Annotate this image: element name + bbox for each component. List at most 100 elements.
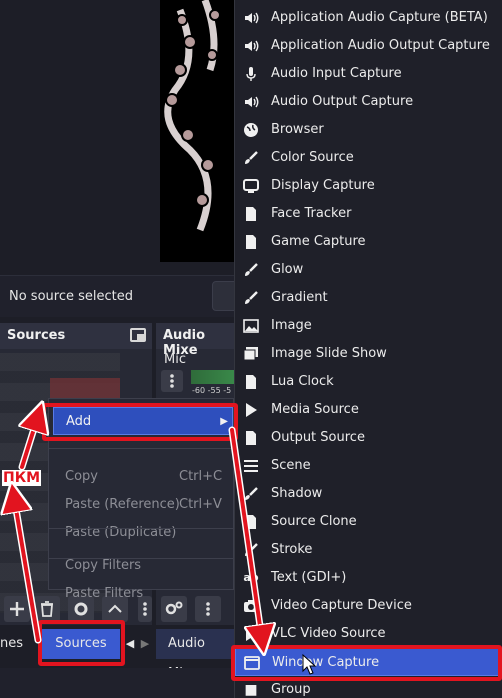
add-menu-item-label: Output Source (271, 430, 365, 445)
file-icon (243, 206, 259, 222)
context-menu-label: Paste Filters (65, 586, 144, 601)
file-icon (243, 514, 259, 530)
add-menu-item-media-source[interactable]: Media Source (235, 396, 502, 424)
add-menu-item-label: Stroke (271, 542, 313, 557)
globe-icon (243, 122, 259, 138)
add-menu-item-gradient[interactable]: Gradient (235, 284, 502, 312)
add-menu-item-label: Video Capture Device (271, 598, 412, 613)
audio-mixer-header: Audio Mixe (156, 323, 236, 358)
add-menu-item-glow[interactable]: Glow (235, 256, 502, 284)
sources-dock-header: Sources (0, 323, 152, 349)
add-menu-item-application-audio-output-capture[interactable]: Application Audio Output Capture (235, 32, 502, 60)
add-menu-item-color-source[interactable]: Color Source (235, 144, 502, 172)
context-menu-item-paste-reference[interactable]: Paste (Reference) Ctrl+V (48, 491, 234, 519)
context-menu-label: Copy (65, 469, 98, 484)
undock-icon[interactable] (130, 328, 146, 342)
brush-icon (243, 290, 259, 306)
add-source-button[interactable] (4, 596, 30, 622)
add-menu-item-label: Face Tracker (271, 206, 352, 221)
play-icon (243, 402, 259, 418)
context-menu-separator (48, 528, 234, 529)
text-icon: ab (243, 571, 259, 584)
context-menu-shortcut: Ctrl+V (179, 497, 222, 512)
add-menu-item-label: Image Slide Show (271, 346, 387, 361)
highlight-window-capture (231, 645, 502, 681)
add-menu-item-label: Audio Output Capture (271, 94, 414, 109)
add-menu-item-label: Display Capture (271, 178, 375, 193)
add-menu-item-face-tracker[interactable]: Face Tracker (235, 200, 502, 228)
add-menu-item-shadow[interactable]: Shadow (235, 480, 502, 508)
tab-scroll-right[interactable]: ▶ (140, 629, 150, 659)
add-menu-item-display-capture[interactable]: Display Capture (235, 172, 502, 200)
add-menu-item-scene[interactable]: Scene (235, 452, 502, 480)
brush-icon (243, 262, 259, 278)
folder-icon: ■ (244, 682, 258, 698)
add-menu-item-label: Application Audio Output Capture (271, 38, 490, 53)
rmb-annotation-label: ПКМ (2, 470, 42, 486)
context-menu-label: Paste (Reference) (65, 497, 180, 512)
add-menu-item-label: Media Source (271, 402, 359, 417)
add-menu-item-label: Application Audio Capture (BETA) (271, 10, 488, 25)
add-menu-item-label: Image (271, 318, 312, 333)
context-menu-item-paste-duplicate[interactable]: Paste (Duplicate) (48, 519, 234, 547)
tab-audio-mixer[interactable]: Audio Mixe (156, 629, 236, 681)
add-menu-item-game-capture[interactable]: Game Capture (235, 228, 502, 256)
add-menu-item-vlc-video-source[interactable]: VLC Video Source (235, 620, 502, 648)
camera-icon (243, 598, 259, 614)
speaker-icon (243, 10, 259, 26)
add-menu-item-label: Source Clone (271, 514, 357, 529)
add-menu-item-browser[interactable]: Browser (235, 116, 502, 144)
brush-icon (243, 486, 259, 502)
play-icon (243, 626, 259, 642)
add-menu-item-label: Glow (271, 262, 304, 277)
add-menu-item-label: Gradient (271, 290, 328, 305)
highlight-add (42, 403, 238, 441)
add-menu-item-label: VLC Video Source (271, 626, 386, 641)
mic-menu-button[interactable] (161, 370, 183, 392)
speaker-icon (243, 38, 259, 54)
highlight-sources-tab (38, 620, 125, 666)
speaker-icon (243, 94, 259, 110)
add-menu-item-audio-output-capture[interactable]: Audio Output Capture (235, 88, 502, 116)
add-menu-item-label: Game Capture (271, 234, 366, 249)
brush-icon (243, 542, 259, 558)
tab-scroll-left[interactable]: ◀ (124, 629, 136, 659)
context-menu-separator (48, 448, 234, 449)
context-menu-shortcut: Ctrl+C (179, 469, 223, 484)
add-menu-item-output-source[interactable]: Output Source (235, 424, 502, 452)
add-menu-item-audio-input-capture[interactable]: Audio Input Capture (235, 60, 502, 88)
image-icon (243, 318, 259, 334)
preview-background (0, 0, 160, 262)
add-menu-item-source-clone[interactable]: Source Clone (235, 508, 502, 536)
meter-scale: -60 -55 -5 (192, 386, 232, 395)
list-icon (243, 458, 259, 474)
slideshow-icon (243, 346, 259, 362)
sources-dock-title: Sources (7, 328, 66, 343)
add-menu-item-label: Scene (271, 458, 311, 473)
microphone-icon (243, 66, 259, 82)
context-menu-label: Copy Filters (65, 558, 142, 573)
add-menu-item-text-gdi[interactable]: ab Text (GDI+) (235, 564, 502, 592)
add-menu-item-label: Lua Clock (271, 374, 334, 389)
add-menu-item-label: Text (GDI+) (271, 570, 347, 585)
tab-scenes-partial[interactable]: nes (0, 629, 23, 659)
add-menu-item-image-slide-show[interactable]: Image Slide Show (235, 340, 502, 368)
add-menu-item-video-capture-device[interactable]: Video Capture Device (235, 592, 502, 620)
context-menu-item-copy[interactable]: Copy Ctrl+C (48, 463, 234, 491)
add-menu-item-application-audio-capture-beta[interactable]: Application Audio Capture (BETA) (235, 4, 502, 32)
add-menu-item-label: Browser (271, 122, 324, 137)
add-menu-item-image[interactable]: Image (235, 312, 502, 340)
add-menu-item-label: Audio Input Capture (271, 66, 402, 81)
preview-info-bar: No source selected (0, 275, 240, 317)
add-menu-item-label: Shadow (271, 486, 323, 501)
no-source-label: No source selected (9, 289, 133, 304)
add-menu-item-lua-clock[interactable]: Lua Clock (235, 368, 502, 396)
mic-channel-label: Mic (164, 352, 186, 367)
volume-meter (191, 370, 236, 384)
context-menu-item-paste-filters[interactable]: Paste Filters (48, 580, 234, 608)
gamepad-icon (243, 234, 259, 250)
context-menu-item-copy-filters[interactable]: Copy Filters (48, 552, 234, 580)
file-icon (243, 430, 259, 446)
add-menu-item-stroke[interactable]: Stroke (235, 536, 502, 564)
more-vertical-icon (170, 374, 174, 388)
